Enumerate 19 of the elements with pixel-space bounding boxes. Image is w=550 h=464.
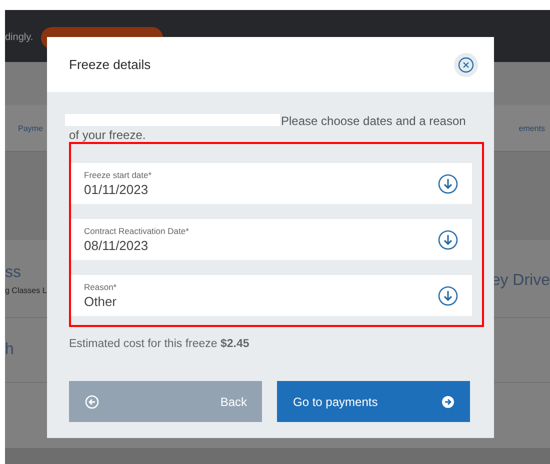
- arrow-down-circle-icon: [438, 230, 458, 250]
- close-button[interactable]: [454, 52, 478, 76]
- notice-text: dingly.: [5, 31, 34, 45]
- section-title: ss: [5, 264, 22, 282]
- dropdown-field[interactable]: Contract Reactivation Date* 08/11/2023: [69, 219, 472, 260]
- dialog-title: Freeze details: [69, 57, 151, 72]
- dropdown-field[interactable]: Freeze start date* 01/11/2023: [69, 163, 472, 204]
- close-icon: [458, 56, 474, 72]
- intro-text: Please choose dates and a reason: [281, 114, 466, 128]
- intro-text: of your freeze.: [69, 128, 146, 142]
- dropdown-field[interactable]: Reason* Other: [69, 275, 472, 316]
- arrow-left-circle-icon: [85, 394, 99, 408]
- payments-button[interactable]: Go to payments: [277, 381, 470, 422]
- section-title: h: [5, 341, 14, 359]
- section-subtitle: g Classes L: [5, 286, 47, 295]
- estimated-cost-text: Estimated cost for this freeze $2.45: [69, 338, 250, 350]
- arrow-right-circle-icon: [441, 394, 455, 408]
- arrow-down-circle-icon: [438, 174, 458, 194]
- arrow-down-circle-icon: [438, 286, 458, 306]
